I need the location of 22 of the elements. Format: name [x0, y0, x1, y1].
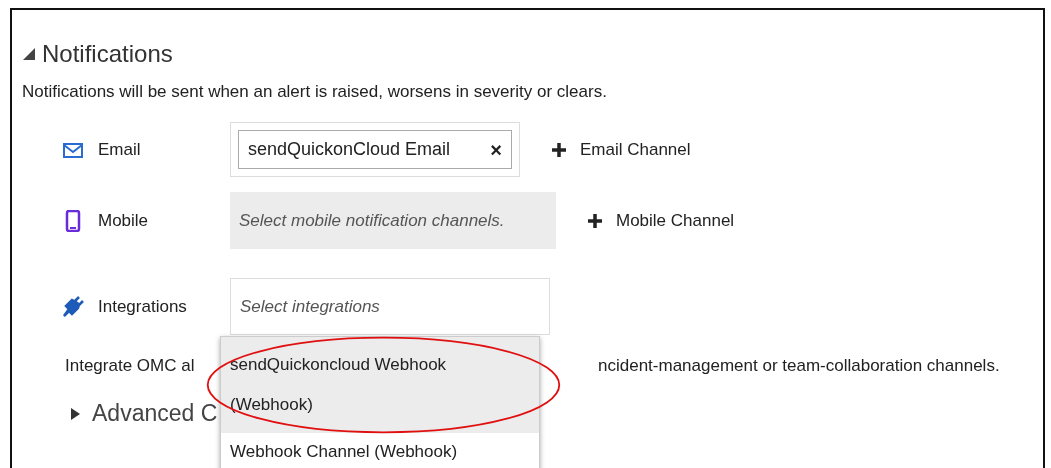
remove-button[interactable]: × [490, 139, 502, 160]
plug-icon [62, 295, 84, 318]
section-title[interactable]: Advanced C [92, 400, 218, 427]
plus-icon [588, 213, 602, 228]
add-channel-button[interactable]: Email Channel [552, 139, 691, 160]
dropdown-option[interactable]: sendQuickoncloud Webhook (Webhook) [221, 337, 539, 433]
email-field[interactable]: sendQuickonCloud Email × [230, 122, 520, 177]
section-description: Notifications will be sent when an alert is raised, worsens in severity or clears. [22, 82, 608, 102]
plus-icon [552, 142, 566, 157]
add-channel-button[interactable]: Mobile Channel [588, 210, 735, 231]
channel-label: Integrations [98, 296, 187, 317]
expand-icon[interactable] [68, 406, 82, 421]
dropdown-option[interactable]: Webhook Channel (Webhook) [221, 433, 539, 468]
channel-label: Mobile [98, 210, 149, 231]
collapse-icon[interactable] [22, 47, 36, 61]
mobile-channel-field[interactable]: Select mobile notification channels. [230, 192, 556, 249]
section-title: Notifications [42, 40, 173, 68]
channel-label: Email [98, 139, 141, 160]
chip-label: sendQuickonCloud Email [248, 139, 451, 160]
hint-text: Integrate OMC al [65, 356, 195, 376]
integrations-field[interactable]: Select integrations [230, 278, 550, 335]
hint-text: ncident-management or team-collaboration channels. [598, 356, 1000, 376]
